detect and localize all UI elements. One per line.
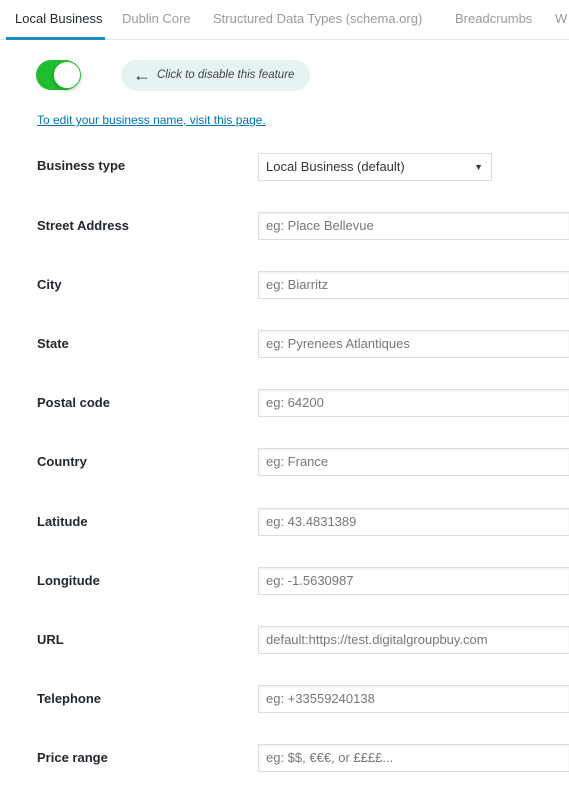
postal-code-input[interactable]: eg: 64200 — [258, 389, 569, 418]
toggle-knob — [53, 61, 81, 89]
street-address-label: Street Address — [37, 218, 129, 233]
arrow-left-icon: ← — [133, 65, 151, 85]
active-tab-indicator — [6, 37, 105, 40]
tab-breadcrumbs[interactable]: Breadcrumbs — [455, 11, 532, 26]
business-type-label: Business type — [37, 158, 126, 173]
state-label: State — [37, 336, 69, 352]
dropdown-caret-icon: ▼ — [474, 162, 483, 172]
tab-dublin-core[interactable]: Dublin Core — [122, 11, 191, 26]
tab-bar: Local Business Dublin Core Structured Da… — [0, 0, 569, 40]
business-type-select[interactable]: Local Business (default) ▼ — [258, 153, 492, 181]
country-label: Country — [37, 454, 87, 470]
telephone-label: Telephone — [37, 690, 102, 706]
city-label: City — [37, 277, 62, 293]
country-input[interactable]: eg: France — [258, 448, 569, 477]
tab-more[interactable]: W — [555, 11, 567, 26]
hint-text: Click to disable this feature — [157, 69, 295, 81]
url-input[interactable]: default:https://test.digitalgroupbuy.com — [258, 625, 569, 654]
price-range-input[interactable]: eg: $$, €€€, or ££££... — [258, 743, 569, 772]
url-label: URL — [37, 631, 64, 647]
latitude-label: Latitude — [37, 513, 88, 529]
longitude-input[interactable]: eg: -1.5630987 — [258, 566, 569, 595]
state-input[interactable]: eg: Pyrenees Atlantiques — [258, 330, 569, 359]
feature-toggle[interactable] — [36, 60, 81, 90]
city-input[interactable]: eg: Biarritz — [258, 271, 569, 300]
postal-code-label: Postal code — [37, 395, 110, 411]
street-address-input[interactable]: eg: Place Bellevue — [258, 212, 569, 240]
telephone-input[interactable]: eg: +33559240138 — [258, 684, 569, 713]
edit-business-name-link[interactable]: To edit your business name, visit this p… — [37, 113, 266, 127]
latitude-input[interactable]: eg: 43.4831389 — [258, 507, 569, 536]
business-type-value: Local Business (default) — [266, 159, 405, 174]
price-range-label: Price range — [37, 749, 108, 765]
tab-local-business[interactable]: Local Business — [15, 11, 102, 26]
tab-structured-data-types[interactable]: Structured Data Types (schema.org) — [213, 11, 422, 26]
toggle-hint: ← Click to disable this feature — [121, 60, 310, 91]
longitude-label: Longitude — [37, 572, 100, 588]
